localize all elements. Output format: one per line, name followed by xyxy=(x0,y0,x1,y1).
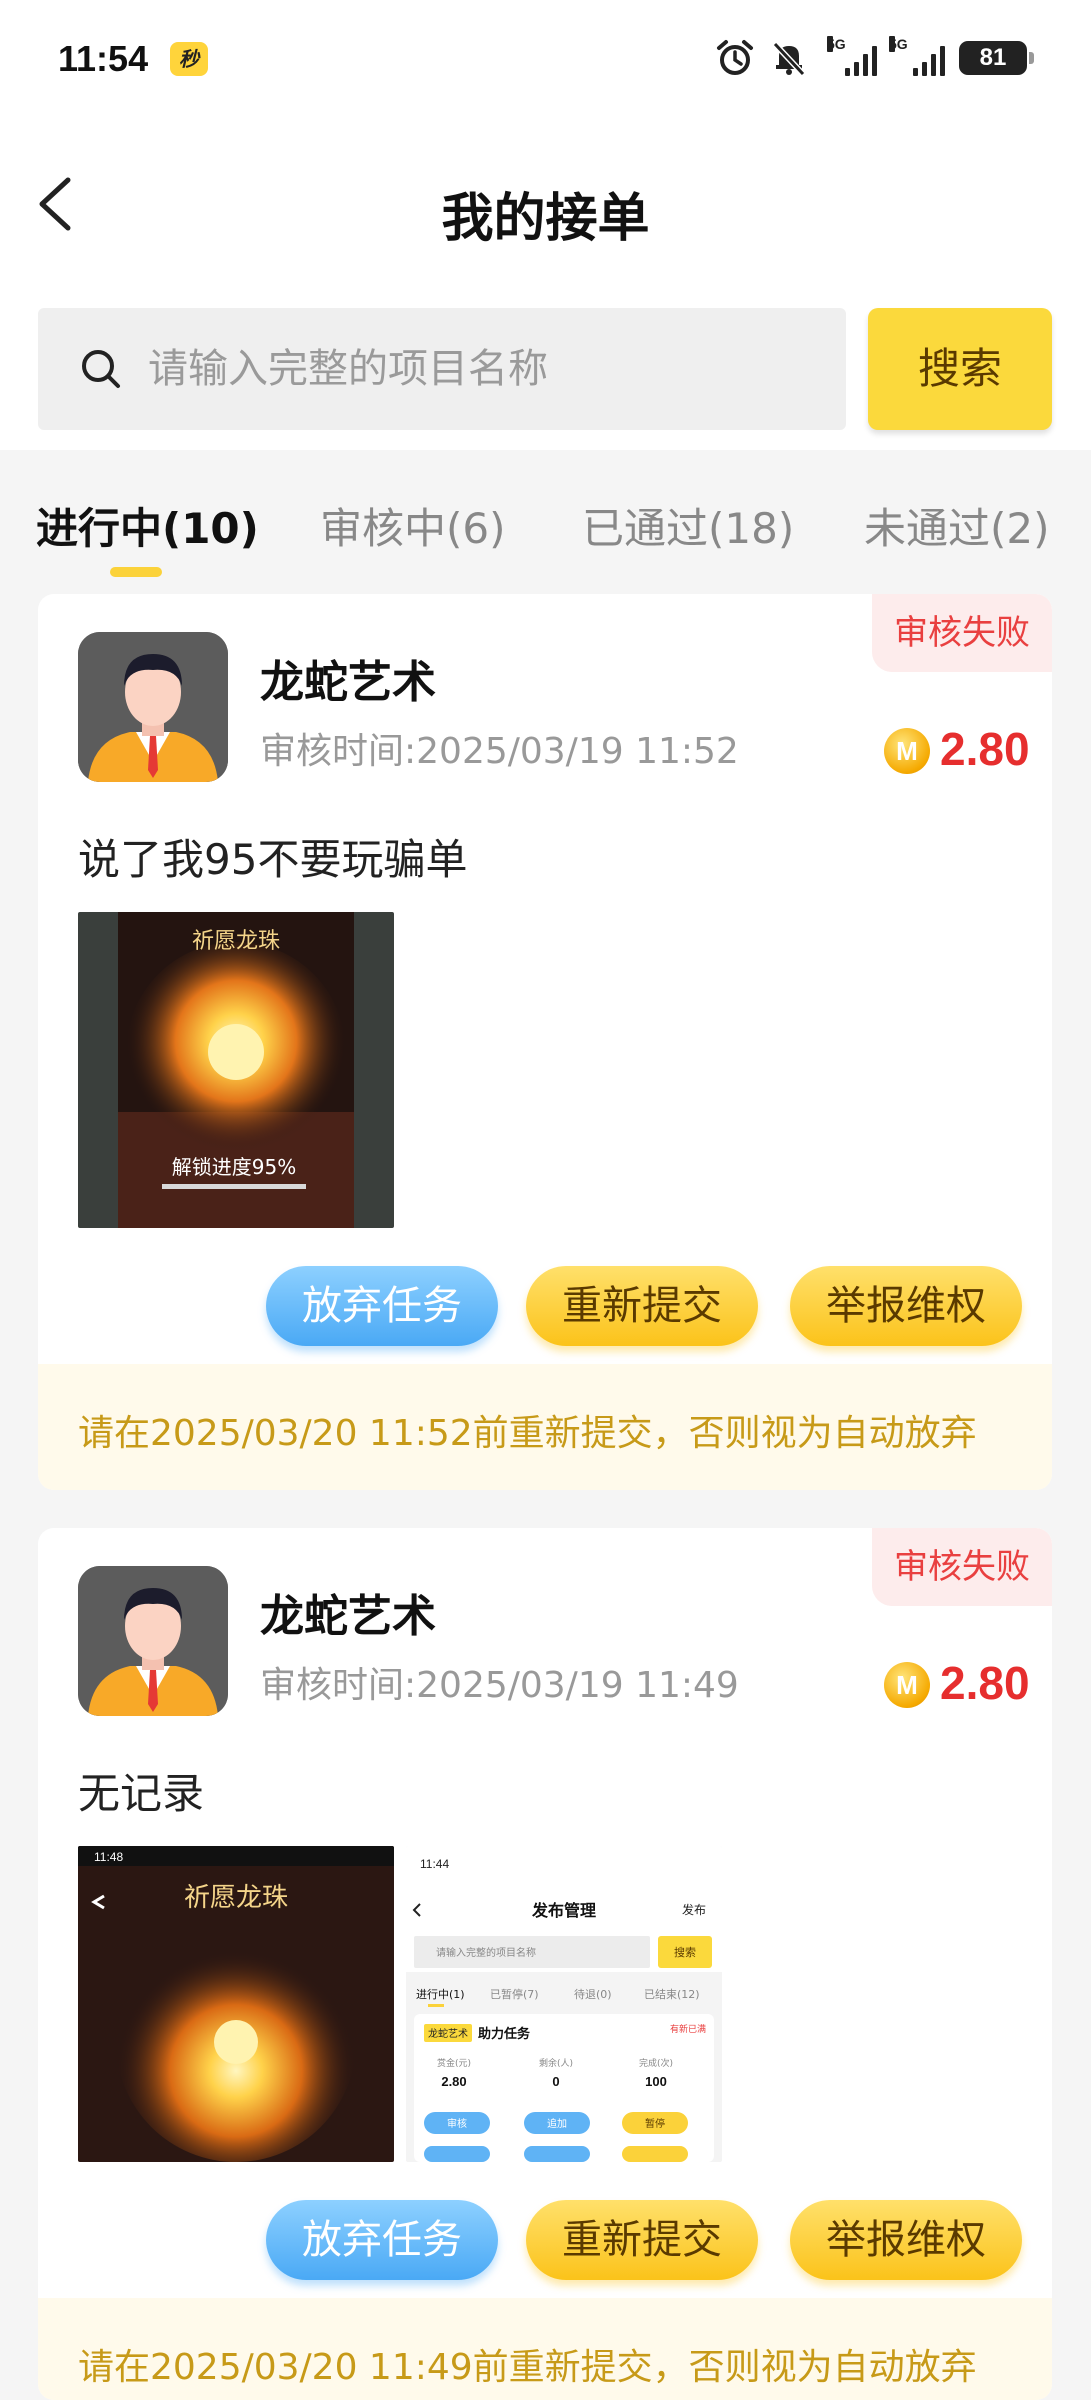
tab-in-progress[interactable]: 进行中(10) xyxy=(36,495,259,556)
tab-passed[interactable]: 已通过(18) xyxy=(582,495,794,556)
page-title: 我的接单 xyxy=(441,189,650,249)
screenshot-action: 暂停 xyxy=(645,2117,665,2130)
publisher-name: 龙蛇艺术 xyxy=(260,1591,436,1642)
screenshot-stat-value: 100 xyxy=(645,2074,667,2089)
screenshot-tab: 进行中(1) xyxy=(416,1988,465,2001)
tab-reviewing[interactable]: 审核中(6) xyxy=(320,495,506,556)
screenshot-image: 11:48 祈愿龙珠 xyxy=(78,1846,394,2162)
screenshot-stat-label: 完成(次) xyxy=(639,2057,673,2069)
battery-icon: 81 xyxy=(959,41,1034,75)
screenshot-title: 祈愿龙珠 xyxy=(184,1883,288,1913)
screenshot-tab: 已结束(12) xyxy=(644,1988,700,2001)
screenshot-action: 追加 xyxy=(547,2117,567,2130)
avatar xyxy=(78,1566,228,1716)
deadline-text: 请在2025/03/20 11:49前重新提交，否则视为自动放弃 xyxy=(78,2347,977,2388)
screenshot-search-placeholder: 请输入完整的项目名称 xyxy=(436,1946,536,1959)
search-button[interactable]: 搜索 xyxy=(868,308,1052,430)
reward-amount: 2.80 xyxy=(940,723,1030,775)
status-icons: 5G 5G 81 xyxy=(715,36,1034,80)
signal-icon: 5G xyxy=(823,36,877,76)
screenshot-stat-label: 赏金(元) xyxy=(437,2057,471,2069)
screenshot-action: 审核 xyxy=(447,2117,467,2130)
reward-amount: 2.80 xyxy=(940,1657,1030,1709)
network-type: 5G xyxy=(827,36,846,52)
order-card[interactable]: 审核失败 龙蛇艺术 审核时间:2025/03/19 11:49 M 2.80 无… xyxy=(38,1528,1052,2400)
deadline-notice: 请在2025/03/20 11:49前重新提交，否则视为自动放弃 xyxy=(38,2298,1052,2400)
screenshot-tab: 已暂停(7) xyxy=(490,1987,539,2001)
screenshot-tab: 待退(0) xyxy=(574,1987,612,2001)
screenshot-task-status: 有新已满 xyxy=(670,2023,706,2035)
search-input[interactable] xyxy=(148,338,808,400)
network-type: 5G xyxy=(889,36,908,52)
abandon-task-button[interactable]: 放弃任务 xyxy=(266,1266,498,1346)
deadline-notice: 请在2025/03/20 11:52前重新提交，否则视为自动放弃 xyxy=(38,1364,1052,1490)
resubmit-button[interactable]: 重新提交 xyxy=(526,2200,758,2280)
submission-screenshot[interactable]: 祈愿龙珠 解锁进度95% xyxy=(78,912,394,1228)
active-tab-indicator xyxy=(110,567,162,577)
screenshot-search-button: 搜索 xyxy=(674,1945,696,1959)
screenshot-task-name: 助力任务 xyxy=(478,2026,531,2042)
search-box[interactable] xyxy=(38,308,846,430)
search-bar: 搜索 xyxy=(0,290,1091,450)
screenshot-time: 11:48 xyxy=(94,1850,123,1864)
avatar xyxy=(78,632,228,782)
report-button[interactable]: 举报维权 xyxy=(790,1266,1022,1346)
mute-bell-icon xyxy=(772,41,806,77)
signal-icon: 5G xyxy=(889,36,945,76)
screenshot-image: 11:44 发布管理 发布 请输入完整的项目名称 搜索 进行中(1) 已暂停(7… xyxy=(406,1846,722,2162)
deadline-text: 请在2025/03/20 11:52前重新提交，否则视为自动放弃 xyxy=(78,1413,977,1454)
abandon-task-button[interactable]: 放弃任务 xyxy=(266,2200,498,2280)
status-badge: 审核失败 xyxy=(872,594,1052,672)
report-button[interactable]: 举报维权 xyxy=(790,2200,1022,2280)
screenshot-title: 祈愿龙珠 xyxy=(192,929,280,954)
screenshot-stat-value: 2.80 xyxy=(441,2074,466,2089)
tab-rejected[interactable]: 未通过(2) xyxy=(864,495,1050,556)
screenshot-caption: 解锁进度95% xyxy=(172,1155,296,1179)
order-tabs: 进行中(10) 审核中(6) 已通过(18) 未通过(2) xyxy=(0,460,1091,580)
screenshot-stat-value: 0 xyxy=(552,2074,559,2089)
coin-icon: M xyxy=(884,728,930,774)
search-icon xyxy=(82,350,120,388)
review-time: 审核时间:2025/03/19 11:49 xyxy=(260,1665,739,1706)
screenshot-title: 发布管理 xyxy=(531,1901,596,1920)
coin-icon: M xyxy=(884,1662,930,1708)
alarm-icon xyxy=(717,40,753,75)
screenshot-stat-label: 剩余(人) xyxy=(539,2057,573,2069)
submission-screenshot[interactable]: 11:48 祈愿龙珠 xyxy=(78,1846,394,2162)
review-time: 审核时间:2025/03/19 11:52 xyxy=(260,731,739,772)
submission-note: 说了我95不要玩骗单 xyxy=(78,835,468,884)
submission-note: 无记录 xyxy=(78,1769,205,1818)
screenshot-task-tag: 龙蛇艺术 xyxy=(428,2027,468,2040)
status-bar: 11:54 秒 5G 5G 81 xyxy=(0,0,1091,120)
submission-screenshot[interactable]: 11:44 发布管理 发布 请输入完整的项目名称 搜索 进行中(1) 已暂停(7… xyxy=(406,1846,722,2162)
order-card[interactable]: 审核失败 龙蛇艺术 审核时间:2025/03/19 11:52 M 2.80 说… xyxy=(38,594,1052,1490)
status-badge: 审核失败 xyxy=(872,1528,1052,1606)
resubmit-button[interactable]: 重新提交 xyxy=(526,1266,758,1346)
user-avatar-icon xyxy=(78,632,228,782)
screenshot-image: 祈愿龙珠 解锁进度95% xyxy=(78,912,394,1228)
screenshot-publish: 发布 xyxy=(682,1902,706,1917)
header: 我的接单 xyxy=(0,120,1091,290)
screenshot-time: 11:44 xyxy=(420,1857,449,1871)
status-time: 11:54 xyxy=(58,38,149,79)
user-avatar-icon xyxy=(78,1566,228,1716)
publisher-name: 龙蛇艺术 xyxy=(260,657,436,708)
app-notification-icon: 秒 xyxy=(170,42,208,76)
